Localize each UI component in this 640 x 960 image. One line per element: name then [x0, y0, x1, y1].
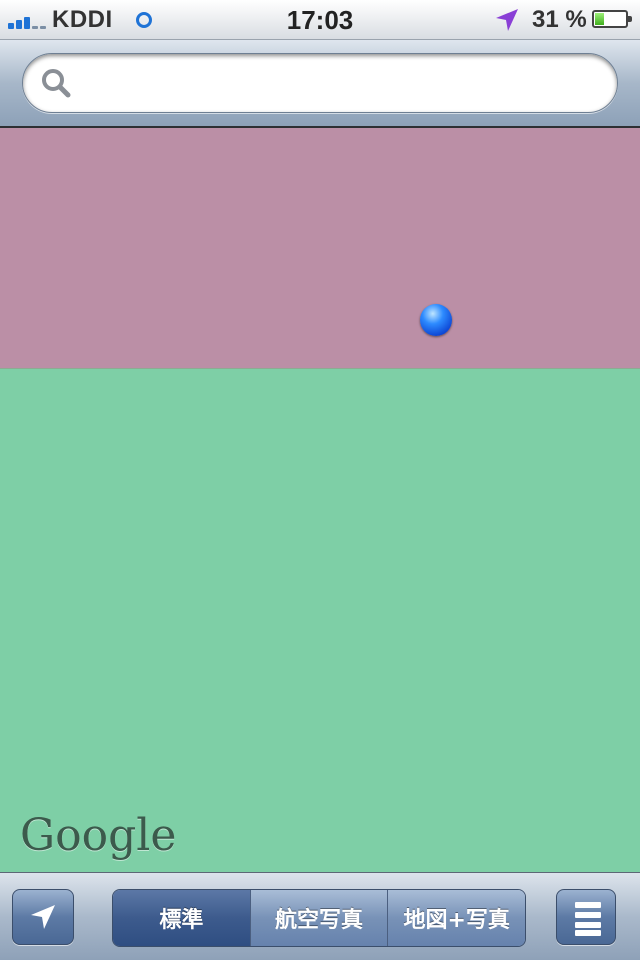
map-region-upper	[0, 128, 640, 368]
map-type-segmented-control[interactable]: 標準 航空写真 地図+写真	[112, 889, 526, 947]
search-bar	[0, 40, 640, 128]
battery-percent: 31 %	[532, 6, 587, 33]
map-region-lower	[0, 368, 640, 873]
search-icon	[42, 69, 71, 98]
battery-icon	[592, 10, 632, 28]
page-curl-button[interactable]	[556, 889, 616, 945]
search-field[interactable]	[22, 53, 618, 113]
locate-me-button[interactable]	[12, 889, 74, 945]
google-attribution: Google	[20, 810, 177, 861]
current-location-dot[interactable]	[420, 304, 452, 336]
location-services-icon	[496, 9, 518, 31]
status-bar: KDDI 17:03 31 %	[0, 0, 640, 40]
page-curl-icon	[575, 902, 601, 936]
segment-satellite[interactable]: 航空写真	[249, 890, 388, 946]
search-input[interactable]	[83, 62, 607, 106]
segment-hybrid[interactable]: 地図+写真	[387, 890, 525, 946]
location-arrow-icon	[31, 905, 55, 929]
bottom-toolbar: 標準 航空写真 地図+写真	[0, 872, 640, 960]
segment-standard[interactable]: 標準	[113, 890, 250, 946]
map-view[interactable]: Google	[0, 128, 640, 873]
